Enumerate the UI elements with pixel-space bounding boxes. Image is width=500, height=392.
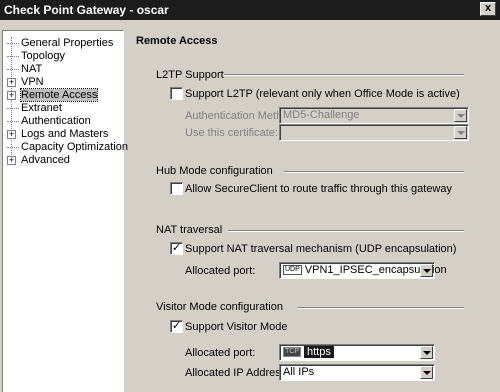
tree-item-label: Advanced (21, 154, 70, 166)
tree-connector (7, 146, 19, 148)
tree-item-label: Logs and Masters (21, 128, 109, 140)
tree-item-label: Topology (21, 50, 66, 62)
auth-method-select[interactable]: MD5-Challenge (279, 107, 469, 124)
visitor-port-label: Allocated port: (185, 347, 256, 359)
chevron-down-icon[interactable] (454, 109, 467, 122)
tree-item-label: Capacity Optimization (21, 141, 128, 153)
nat-traversal-checkbox[interactable]: ✓ (170, 242, 183, 255)
tree-item-authentication[interactable]: Authentication (7, 115, 91, 128)
nat-traversal-checkbox-label: Support NAT traversal mechanism (UDP enc… (185, 243, 457, 255)
group-divider (298, 307, 464, 309)
visitor-ip-select[interactable]: All IPs (279, 364, 435, 381)
visitor-port-value: https (304, 346, 334, 358)
l2tp-checkbox-label: Support L2TP (relevant only when Office … (185, 88, 460, 100)
tree-item-topology[interactable]: Topology (7, 50, 65, 63)
expand-icon[interactable]: + (7, 77, 16, 87)
tree-item-label: Extranet (21, 102, 62, 114)
tree-item-general-properties[interactable]: General Properties (7, 37, 113, 50)
group-title-hub-mode: Hub Mode configuration (156, 165, 273, 177)
tree-item-label: NAT (21, 63, 43, 75)
chevron-down-icon[interactable] (420, 346, 433, 359)
panel-title: Remote Access (136, 35, 218, 47)
window-title-bar: Check Point Gateway - oscar x (0, 0, 500, 20)
l2tp-checkbox[interactable] (170, 87, 183, 100)
visitor-port-select[interactable]: TCP https (279, 344, 435, 361)
visitor-ip-value: All IPs (283, 366, 315, 378)
tree-item-advanced[interactable]: + Advanced (7, 154, 70, 167)
tree-item-nat[interactable]: NAT (7, 63, 42, 76)
certificate-label: Use this certificate: (185, 127, 278, 139)
tree-connector (7, 120, 19, 122)
tree-connector (7, 55, 19, 57)
tree-connector (7, 68, 19, 70)
group-title-visitor-mode: Visitor Mode configuration (156, 301, 283, 313)
group-divider (284, 171, 464, 173)
close-button[interactable]: x (480, 2, 496, 16)
tree-item-label: Remote Access (19, 88, 99, 102)
tree-item-label: VPN (21, 76, 44, 88)
navigation-tree: General Properties Topology NAT + VPN + Re… (2, 30, 128, 392)
group-title-nat-traversal: NAT traversal (156, 224, 223, 236)
hub-mode-checkbox[interactable] (170, 182, 183, 195)
chevron-down-icon[interactable] (420, 264, 433, 277)
group-divider (224, 74, 464, 76)
chevron-down-icon[interactable] (454, 126, 467, 139)
tree-connector (7, 107, 19, 109)
tree-item-remote-access[interactable]: + Remote Access (7, 88, 99, 102)
tree-item-extranet[interactable]: Extranet (7, 102, 62, 115)
udp-service-icon: UDP (283, 265, 302, 276)
tree-item-vpn[interactable]: + VPN (7, 76, 44, 89)
certificate-select[interactable] (279, 124, 469, 141)
visitor-mode-checkbox[interactable]: ✓ (170, 320, 183, 333)
hub-mode-checkbox-label: Allow SecureClient to route traffic thro… (185, 183, 452, 195)
tree-item-logs-and-masters[interactable]: + Logs and Masters (7, 128, 108, 141)
expand-icon[interactable]: + (7, 155, 16, 165)
nat-port-label: Allocated port: (185, 265, 256, 277)
visitor-ip-label: Allocated IP Address: (185, 367, 290, 379)
expand-icon[interactable]: + (7, 90, 16, 100)
tree-item-label: General Properties (21, 37, 114, 49)
tree-connector (7, 42, 19, 44)
tree-item-capacity-optimization[interactable]: Capacity Optimization (7, 141, 128, 154)
auth-method-value: MD5-Challenge (283, 109, 360, 121)
tree-item-label: Authentication (21, 115, 91, 127)
group-title-l2tp: L2TP Support (156, 69, 224, 81)
tcp-service-icon: TCP (283, 347, 301, 358)
nat-port-select[interactable]: UDP VPN1_IPSEC_encapsulation (279, 262, 447, 279)
expand-icon[interactable]: + (7, 129, 16, 139)
window-title: Check Point Gateway - oscar (4, 3, 169, 17)
group-divider (228, 230, 464, 232)
chevron-down-icon[interactable] (420, 366, 433, 379)
visitor-mode-checkbox-label: Support Visitor Mode (185, 321, 288, 333)
